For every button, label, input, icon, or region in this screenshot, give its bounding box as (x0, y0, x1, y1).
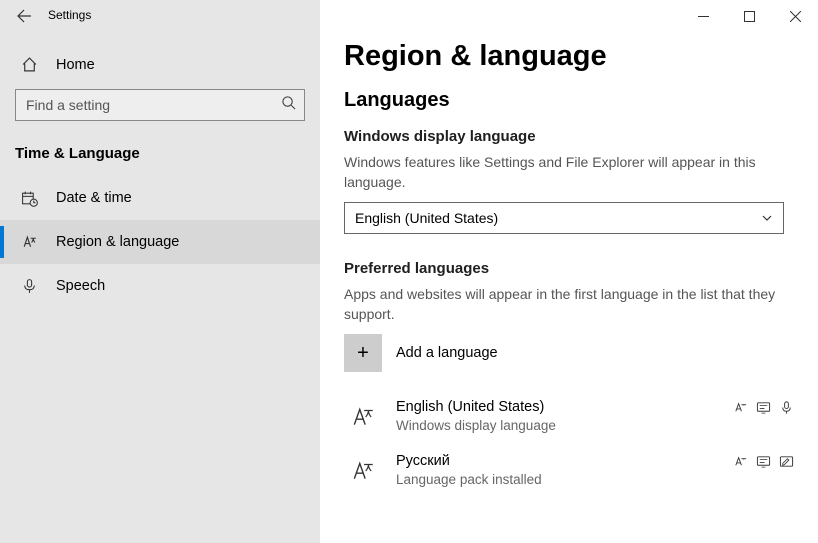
content-area: Region & language Languages Windows disp… (320, 0, 818, 543)
handwriting-icon (779, 454, 794, 472)
page-scroll: Region & language Languages Windows disp… (320, 32, 818, 498)
add-language-label: Add a language (396, 345, 498, 361)
search-box[interactable] (15, 89, 305, 121)
speech-icon (779, 400, 794, 418)
preferred-languages-desc: Apps and websites will appear in the fir… (344, 285, 784, 324)
language-icon (18, 234, 40, 251)
back-button[interactable] (0, 0, 48, 32)
window-controls (320, 0, 818, 32)
preferred-languages-heading: Preferred languages (344, 260, 794, 277)
nav-item-label: Speech (56, 278, 105, 294)
display-language-desc: Windows features like Settings and File … (344, 153, 784, 192)
language-glyph-icon (344, 452, 382, 490)
nav-region-language[interactable]: Region & language (0, 220, 320, 264)
close-icon (790, 11, 801, 22)
add-language-button[interactable]: + Add a language (344, 334, 794, 372)
minimize-icon (698, 11, 709, 22)
sidebar: Settings Home Time & Language Date & tim… (0, 0, 320, 543)
nav-date-time[interactable]: Date & time (0, 176, 320, 220)
display-pack-icon (733, 454, 748, 472)
calendar-clock-icon (18, 190, 40, 207)
language-glyph-icon (344, 398, 382, 436)
language-badges (733, 452, 794, 472)
search-container (15, 89, 305, 121)
language-subtitle: Windows display language (396, 417, 733, 435)
titlebar-left: Settings (0, 0, 320, 32)
search-input[interactable] (16, 97, 304, 113)
language-subtitle: Language pack installed (396, 471, 733, 489)
nav-home[interactable]: Home (0, 44, 320, 85)
app-title: Settings (48, 0, 91, 22)
nav-item-label: Region & language (56, 234, 179, 250)
close-button[interactable] (772, 0, 818, 32)
nav-speech[interactable]: Speech (0, 264, 320, 308)
nav-home-label: Home (56, 57, 95, 73)
language-name: Русский (396, 452, 733, 471)
display-pack-icon (733, 400, 748, 418)
plus-icon: + (344, 334, 382, 372)
language-item-english[interactable]: English (United States) Windows display … (344, 390, 794, 444)
tts-icon (756, 454, 771, 472)
display-language-heading: Windows display language (344, 128, 794, 145)
maximize-icon (744, 11, 755, 22)
maximize-button[interactable] (726, 0, 772, 32)
nav-item-label: Date & time (56, 190, 132, 206)
language-name: English (United States) (396, 398, 733, 417)
language-item-russian[interactable]: Русский Language pack installed (344, 444, 794, 498)
dropdown-value: English (United States) (355, 210, 498, 226)
display-language-dropdown[interactable]: English (United States) (344, 202, 784, 234)
home-icon (18, 56, 40, 73)
language-badges (733, 398, 794, 418)
chevron-down-icon (761, 212, 773, 224)
arrow-left-icon (16, 8, 32, 24)
page-title: Region & language (344, 40, 794, 73)
section-languages-heading: Languages (344, 89, 794, 112)
minimize-button[interactable] (680, 0, 726, 32)
tts-icon (756, 400, 771, 418)
sidebar-category: Time & Language (0, 139, 320, 176)
microphone-icon (18, 278, 40, 295)
